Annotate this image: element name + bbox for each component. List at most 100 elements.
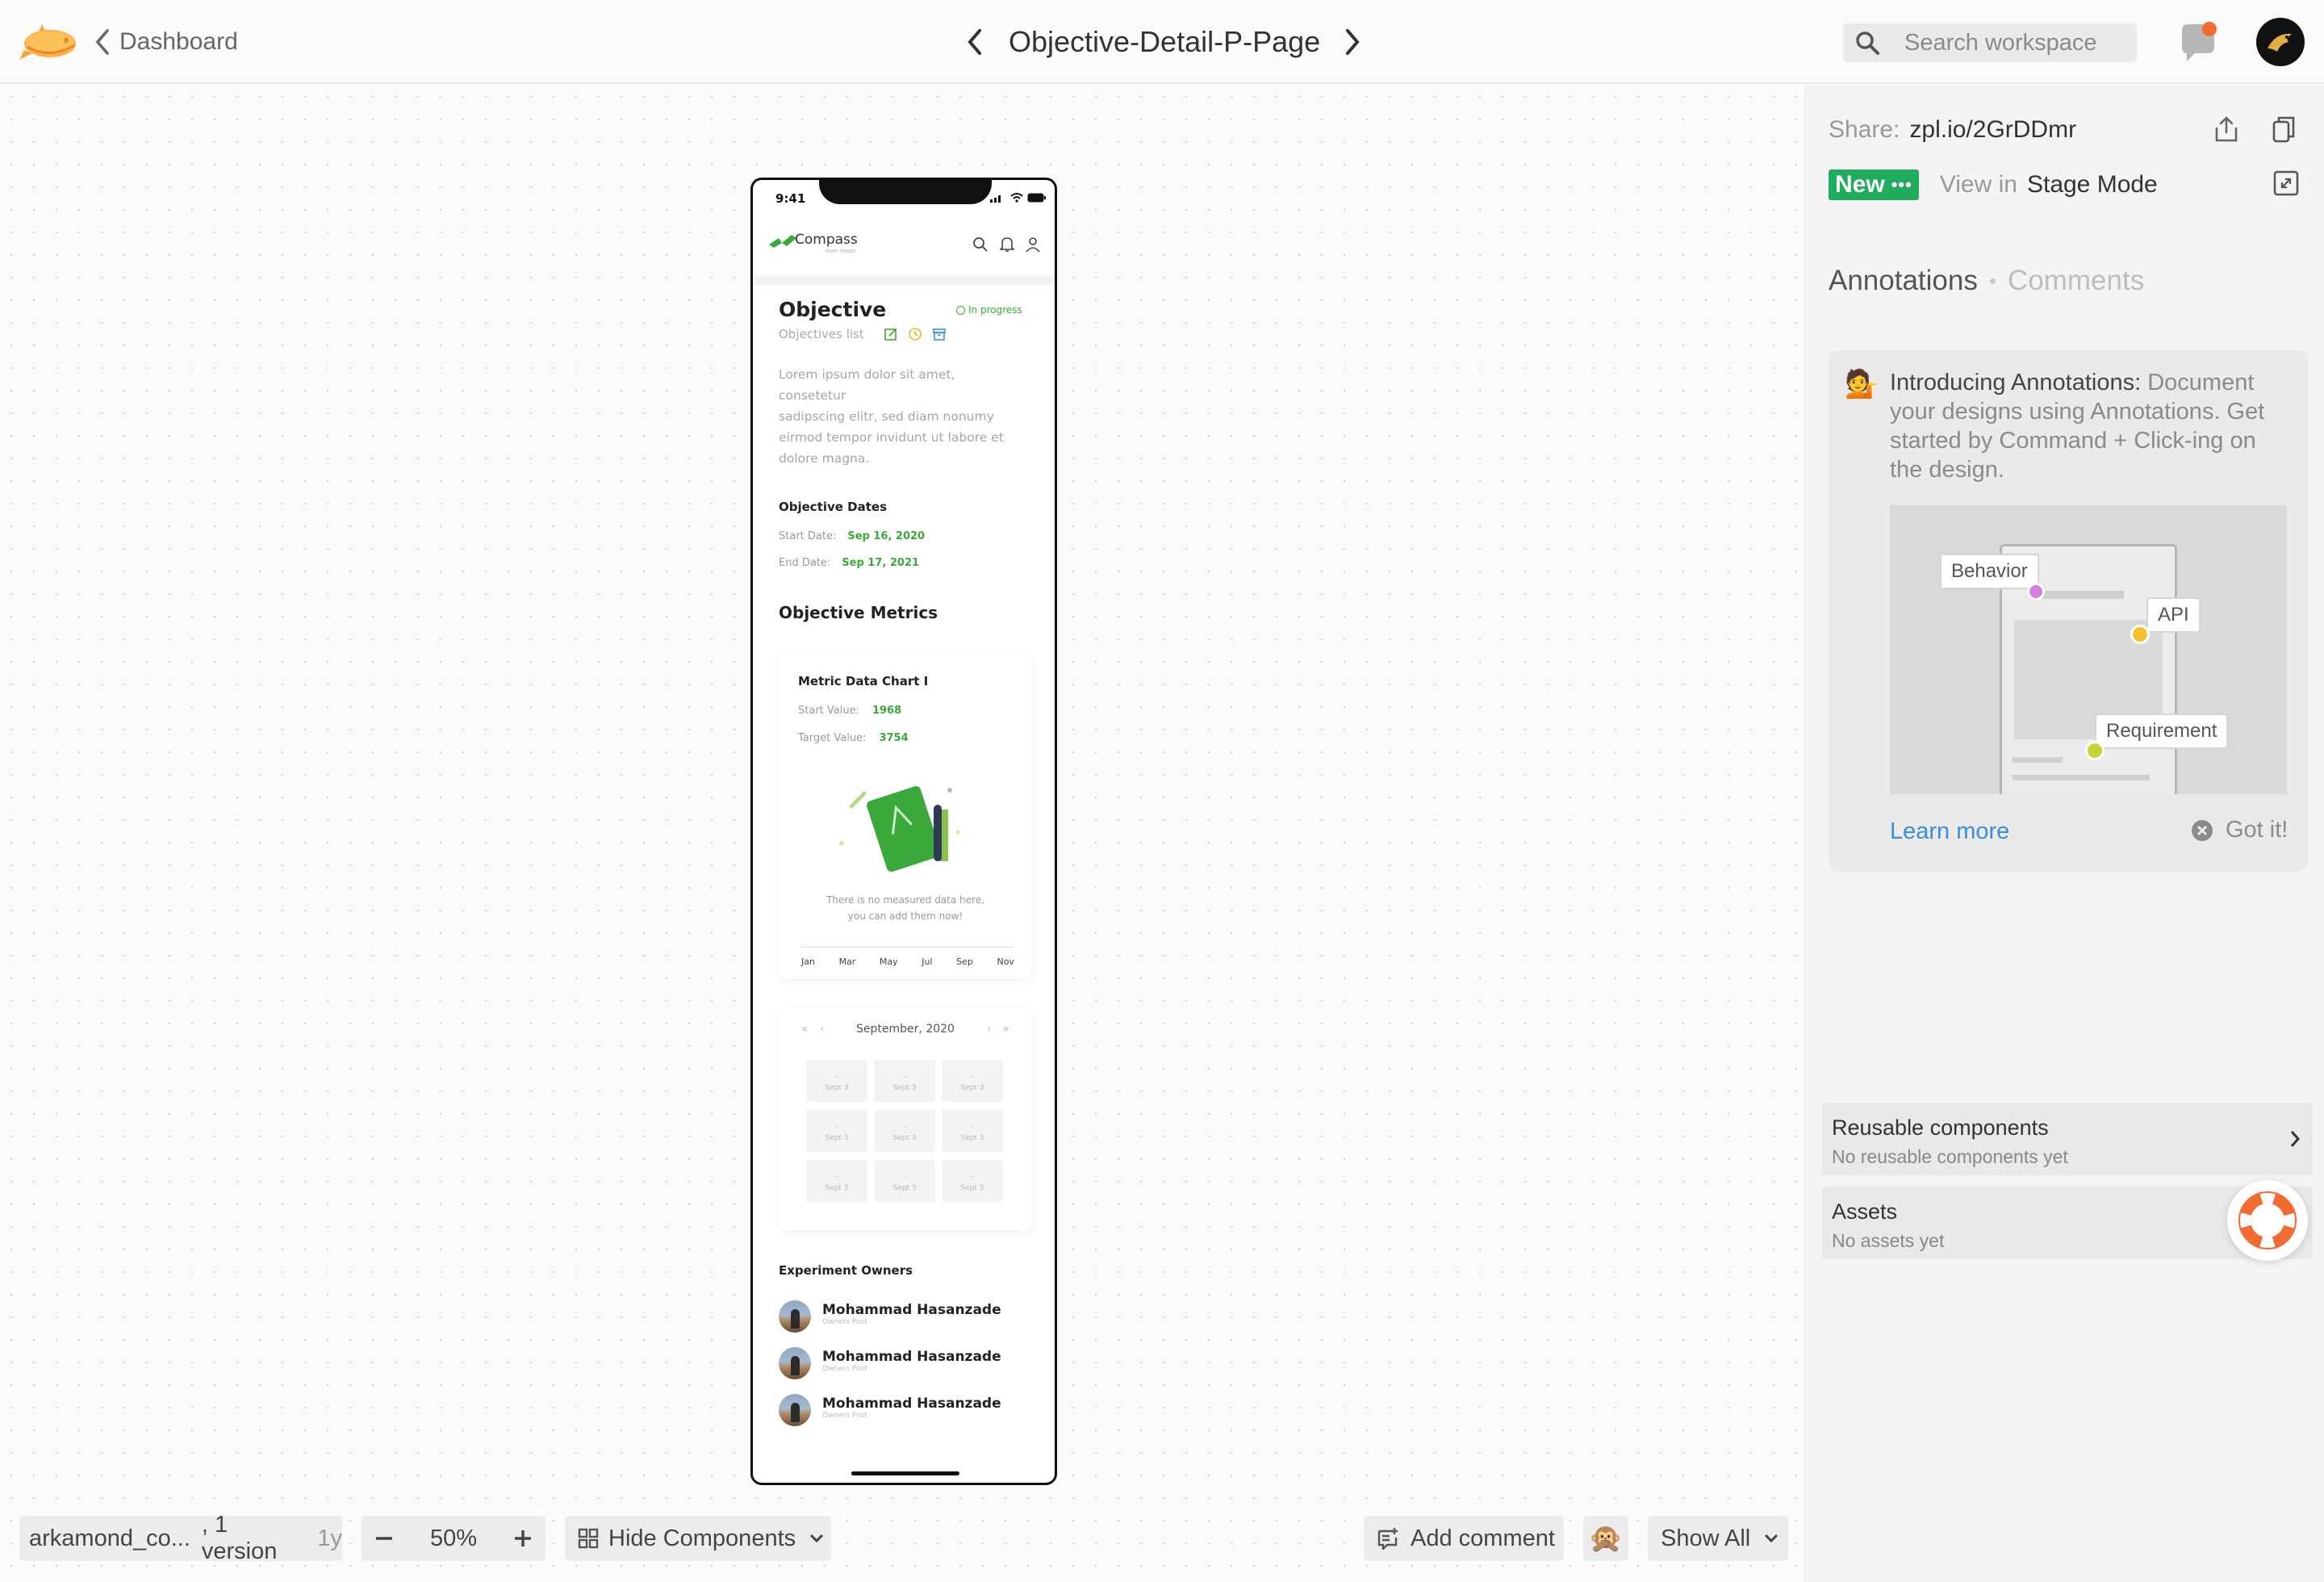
owner-item[interactable]: Mohammad Hasanzade Owners Post bbox=[822, 1302, 1001, 1326]
user-icon[interactable] bbox=[1026, 236, 1040, 253]
end-date-value: Sep 17, 2021 bbox=[842, 557, 920, 569]
project-info[interactable]: arkamond_co... , 1 version 1y bbox=[19, 1512, 342, 1564]
owner-avatar bbox=[779, 1394, 811, 1426]
target-value-label: Target Value: bbox=[798, 732, 867, 744]
lifebuoy-icon[interactable] bbox=[2227, 1180, 2308, 1261]
target-value: 3754 bbox=[879, 732, 909, 744]
cell-label: Sept 3 bbox=[825, 1134, 849, 1142]
calendar-cell[interactable]: – Sept 3 bbox=[942, 1060, 1003, 1102]
user-filter-avatar[interactable]: 🙊 bbox=[1583, 1516, 1628, 1561]
calendar-cell[interactable]: – Sept 3 bbox=[942, 1110, 1003, 1152]
start-date-row: Start Date: Sep 16, 2020 bbox=[779, 530, 925, 542]
design-frame-phone[interactable]: 9:41 Compass over maps Objective In prog… bbox=[750, 178, 1057, 1485]
owner-item[interactable]: Mohammad Hasanzade Owners Post bbox=[822, 1349, 1001, 1373]
brand-subtitle: over maps bbox=[826, 248, 856, 254]
add-comment-button[interactable]: Add comment bbox=[1364, 1516, 1564, 1561]
calendar-cell[interactable]: – Sept 3 bbox=[806, 1160, 867, 1202]
share-link[interactable]: zpl.io/2GrDDmr bbox=[1909, 116, 2076, 144]
annotation-preview-illustration: Behavior API Requirement bbox=[1890, 505, 2287, 794]
next-year-icon[interactable]: » bbox=[1002, 1023, 1009, 1036]
metric-card-title: Metric Data Chart I bbox=[798, 674, 929, 688]
screen-navigator: Objective-Detail-P-Page bbox=[965, 21, 1362, 63]
behavior-tag: Behavior bbox=[1940, 554, 2039, 589]
target-value-row: Target Value: 3754 bbox=[798, 732, 909, 744]
start-value-row: Start Value: 1968 bbox=[798, 705, 901, 717]
previous-screen-chevron-left-icon[interactable] bbox=[965, 27, 984, 56]
breadcrumb[interactable]: Objectives list bbox=[779, 327, 864, 341]
learn-more-link[interactable]: Learn more bbox=[1890, 818, 2009, 845]
reusable-components-panel[interactable]: Reusable components No reusable componen… bbox=[1822, 1103, 2313, 1175]
calendar-cell[interactable]: – Sept 3 bbox=[806, 1110, 867, 1152]
cell-label: Sept 3 bbox=[960, 1184, 984, 1192]
assets-title: Assets bbox=[1832, 1199, 1898, 1224]
calendar-cell[interactable]: – Sept 3 bbox=[806, 1060, 867, 1102]
tab-comments[interactable]: Comments bbox=[2008, 265, 2144, 297]
owner-item[interactable]: Mohammad Hasanzade Owners Post bbox=[822, 1396, 1001, 1420]
calendar-cell[interactable]: – Sept 3 bbox=[942, 1160, 1003, 1202]
search-input[interactable]: Search workspace bbox=[1904, 30, 2097, 56]
month-label: May bbox=[879, 956, 898, 967]
cell-dash: – bbox=[902, 1123, 907, 1131]
home-indicator bbox=[851, 1471, 959, 1475]
chevron-down-icon bbox=[1763, 1533, 1779, 1544]
components-grid-icon bbox=[578, 1528, 599, 1549]
top-bar: Dashboard Objective-Detail-P-Page Search… bbox=[0, 0, 2324, 84]
requirement-dot bbox=[2085, 741, 2105, 760]
dashboard-back-link[interactable]: Dashboard bbox=[94, 24, 238, 60]
zoom-out-button[interactable] bbox=[374, 1529, 394, 1548]
edit-icon[interactable] bbox=[884, 327, 898, 341]
behavior-dot bbox=[2027, 583, 2045, 601]
status-time: 9:41 bbox=[775, 191, 806, 206]
search-icon[interactable] bbox=[972, 236, 989, 253]
description-line: sadipscing elitr, sed diam nonumy bbox=[779, 409, 994, 424]
search-box[interactable]: Search workspace bbox=[1843, 23, 2137, 62]
next-screen-chevron-right-icon[interactable] bbox=[1343, 27, 1362, 56]
cell-dash: – bbox=[970, 1073, 975, 1081]
objective-actions bbox=[884, 327, 947, 341]
header-divider bbox=[753, 275, 1055, 285]
previous-month-icon[interactable]: ‹ bbox=[820, 1023, 825, 1036]
clock-icon[interactable] bbox=[908, 327, 922, 341]
got-it-button[interactable]: Got it! bbox=[2190, 817, 2288, 843]
add-comment-label: Add comment bbox=[1411, 1525, 1555, 1551]
notification-bell-icon[interactable] bbox=[2176, 19, 2221, 65]
hide-components-dropdown[interactable]: Hide Components bbox=[565, 1516, 831, 1561]
preview-line bbox=[2013, 775, 2150, 781]
status-dot-icon bbox=[956, 305, 965, 315]
end-date-label: End Date: bbox=[779, 557, 831, 569]
new-badge-label: New bbox=[1835, 171, 1885, 198]
app-header-icons bbox=[972, 236, 1040, 253]
archive-icon[interactable] bbox=[932, 327, 947, 341]
api-dot bbox=[2130, 625, 2150, 644]
tab-annotations[interactable]: Annotations bbox=[1829, 265, 1978, 297]
reusable-title: Reusable components bbox=[1832, 1115, 2049, 1140]
owner-name: Mohammad Hasanzade bbox=[822, 1396, 1001, 1412]
calendar-cell[interactable]: – Sept 3 bbox=[874, 1110, 935, 1152]
zoom-in-button[interactable] bbox=[513, 1529, 533, 1548]
owner-avatar bbox=[779, 1347, 811, 1379]
empty-state-line: you can add them now! bbox=[847, 910, 963, 922]
show-all-dropdown[interactable]: Show All bbox=[1648, 1516, 1788, 1561]
calendar-card[interactable]: « ‹ September, 2020 › » – Sept 3 – Sept 3 … bbox=[779, 1008, 1032, 1231]
metric-card[interactable]: Metric Data Chart I Start Value: 1968 Ta… bbox=[779, 653, 1032, 979]
cell-label: Sept 3 bbox=[892, 1184, 917, 1192]
calendar-cell[interactable]: – Sept 3 bbox=[874, 1060, 935, 1102]
stage-mode-row: New ••• View in Stage Mode bbox=[1829, 170, 2158, 200]
chevron-down-icon bbox=[809, 1533, 825, 1544]
copy-icon[interactable] bbox=[2271, 115, 2297, 144]
cell-dash: – bbox=[970, 1123, 975, 1131]
expand-icon[interactable] bbox=[2272, 170, 2300, 197]
bell-icon[interactable] bbox=[1000, 236, 1014, 253]
zeplin-logo-icon[interactable] bbox=[18, 18, 79, 66]
previous-year-icon[interactable]: « bbox=[801, 1023, 809, 1036]
stage-mode-link[interactable]: Stage Mode bbox=[2027, 171, 2158, 199]
calendar-cell[interactable]: – Sept 3 bbox=[874, 1160, 935, 1202]
next-month-icon[interactable]: › bbox=[987, 1023, 992, 1036]
requirement-tag: Requirement bbox=[2095, 714, 2229, 749]
objective-title: Objective bbox=[779, 298, 887, 321]
avatar[interactable] bbox=[2256, 18, 2305, 66]
dashboard-label: Dashboard bbox=[119, 28, 238, 55]
share-upload-icon[interactable] bbox=[2213, 115, 2240, 144]
got-it-label: Got it! bbox=[2226, 817, 2288, 843]
month-label: Sep bbox=[956, 956, 973, 967]
